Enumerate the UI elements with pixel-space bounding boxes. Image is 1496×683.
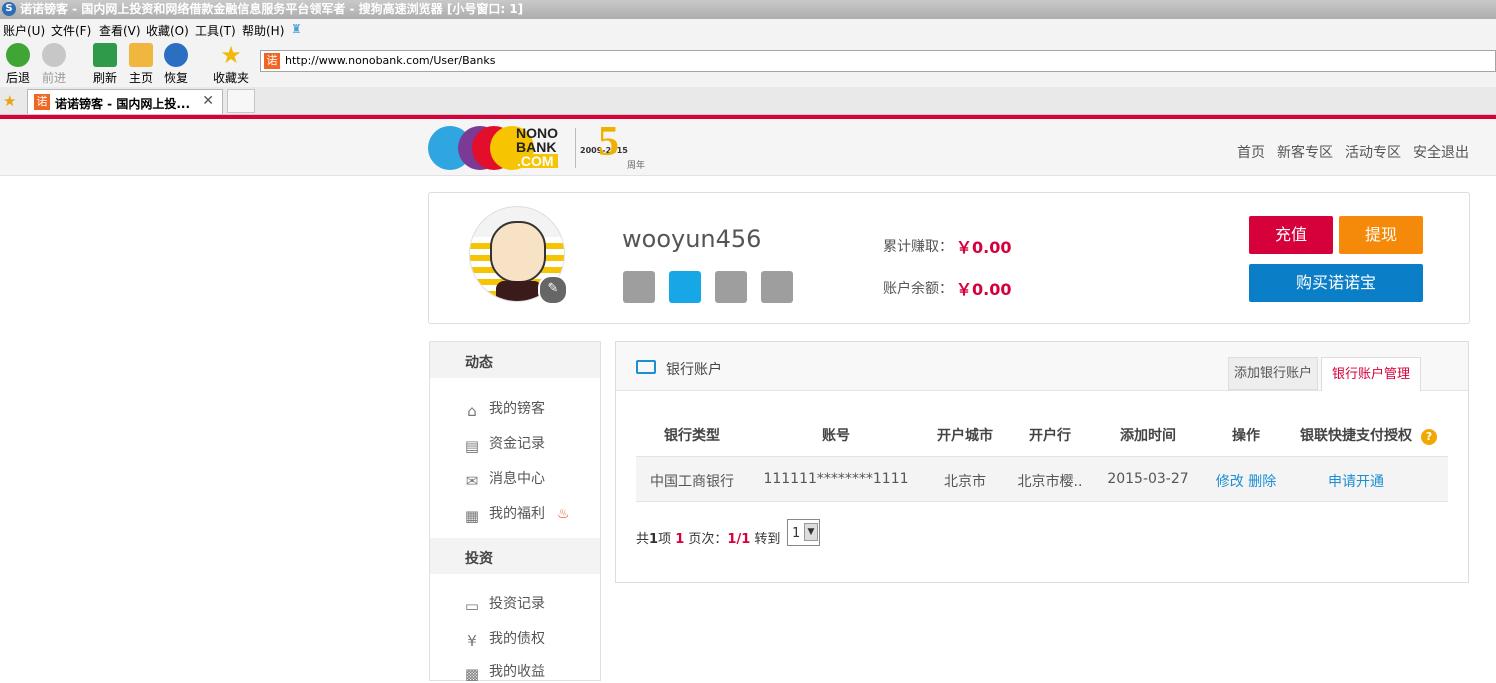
sidebar-item-my-claims[interactable]: ¥ 我的债权: [463, 628, 545, 650]
earned-value: ￥0.00: [956, 238, 1012, 257]
shirt-icon[interactable]: ♜: [291, 22, 302, 36]
hot-flame-icon: ♨: [557, 506, 570, 522]
profile-card: [428, 192, 1470, 324]
menu-bar: 账户(U) 文件(F) 查看(V) 收藏(O) 工具(T) 帮助(H) ♜: [0, 19, 1496, 39]
favorites-star-icon[interactable]: ★: [3, 92, 16, 110]
envelope-icon: ✉: [465, 472, 479, 490]
help-icon[interactable]: ?: [1421, 429, 1437, 445]
address-url[interactable]: http://www.nonobank.com/User/Banks: [285, 54, 495, 67]
document-icon: ▭: [464, 597, 480, 615]
col-account: 账号: [822, 428, 850, 444]
gift-icon: ▦: [464, 507, 480, 525]
sidebar-item-invest-records[interactable]: ▭ 投资记录: [463, 593, 545, 615]
col-branch: 开户行: [1029, 428, 1071, 444]
site-header: [0, 119, 1496, 176]
bank-card-icon: [636, 360, 656, 374]
col-unionpay-auth: 银联快捷支付授权: [1300, 428, 1412, 444]
refresh-icon: [93, 43, 117, 67]
anniversary-number: 5: [598, 119, 619, 165]
nav-logout[interactable]: 安全退出: [1413, 142, 1469, 162]
forward-arrow-icon: [42, 43, 66, 67]
menu-view[interactable]: 查看(V): [99, 22, 141, 39]
favorites-button[interactable]: ★ 收藏夹: [211, 43, 251, 86]
ledger-icon: ▤: [464, 437, 480, 455]
pagination: 共1项 1 页次：1/1 转到: [636, 532, 781, 547]
withdraw-button[interactable]: 提现: [1339, 216, 1423, 254]
edit-avatar-icon[interactable]: ✎: [538, 275, 568, 305]
menu-file[interactable]: 文件(F): [51, 22, 91, 39]
recharge-button[interactable]: 充值: [1249, 216, 1333, 254]
back-button[interactable]: 后退: [4, 43, 32, 86]
nav-home[interactable]: 首页: [1237, 142, 1265, 162]
apply-activation-link[interactable]: 申请开通: [1294, 471, 1418, 491]
buy-nonobao-button[interactable]: 购买诺诺宝: [1249, 264, 1423, 302]
col-city: 开户城市: [937, 428, 993, 444]
window-titlebar: S 诺诺镑客 - 国内网上投资和网络借款金融信息服务平台领军者 - 搜狗高速浏览…: [0, 0, 1496, 19]
sidebar-item-my-earnings[interactable]: ▩ 我的收益: [463, 661, 545, 683]
browser-tab[interactable]: 诺 诺诺镑客 - 国内网上投... ✕: [27, 89, 223, 114]
tab-bar: ★ 诺 诺诺镑客 - 国内网上投... ✕: [0, 87, 1496, 115]
cell-city: 北京市: [944, 474, 986, 490]
anniversary-suffix: 周年: [627, 161, 646, 171]
key-icon[interactable]: [761, 271, 793, 303]
home-icon: ⌂: [467, 402, 477, 420]
menu-favorites[interactable]: 收藏(O): [146, 22, 189, 39]
sidebar-item-welfare[interactable]: ▦ 我的福利 ♨: [463, 503, 570, 525]
site-logo[interactable]: NONO BANK .COM 2009-2015 5 周年: [428, 119, 648, 172]
money-bag-icon: ¥: [467, 632, 477, 650]
sidebar-item-my-bank[interactable]: ⌂ 我的镑客: [463, 398, 545, 420]
sidebar-section-invest: 投资: [430, 538, 600, 574]
username: wooyun456: [622, 225, 762, 253]
cell-branch: 北京市樱..: [1017, 474, 1083, 490]
close-icon[interactable]: ✕: [202, 93, 214, 109]
id-card-icon[interactable]: [623, 271, 655, 303]
balance-value: ￥0.00: [956, 280, 1012, 299]
new-tab-button[interactable]: [227, 89, 255, 113]
home-button[interactable]: 主页: [127, 43, 155, 86]
chart-icon: ▩: [464, 665, 480, 683]
col-date: 添加时间: [1120, 428, 1176, 444]
edit-link[interactable]: 修改: [1216, 474, 1244, 490]
forward-button[interactable]: 前进: [39, 43, 69, 86]
address-bar[interactable]: 诺 http://www.nonobank.com/User/Banks: [260, 50, 1496, 72]
nav-new-customer[interactable]: 新客专区: [1277, 142, 1333, 162]
nav-activities[interactable]: 活动专区: [1345, 142, 1401, 162]
logo-divider: [575, 128, 576, 168]
avatar-face: [490, 221, 546, 283]
earned-label: 累计赚取：: [883, 239, 953, 255]
panel-title: 银行账户: [666, 362, 722, 378]
phone-icon[interactable]: [669, 271, 701, 303]
site-favicon: 诺: [264, 53, 280, 69]
tab-title: 诺诺镑客 - 国内网上投...: [55, 97, 191, 111]
refresh-button[interactable]: 刷新: [91, 43, 119, 86]
balance-label: 账户余额：: [883, 281, 953, 297]
sidebar-section-activity: 动态: [430, 342, 600, 378]
cell-account: 111111********1111: [763, 471, 909, 487]
menu-help[interactable]: 帮助(H): [242, 22, 284, 39]
home-icon: [129, 43, 153, 67]
cell-ops: 修改 删除: [1208, 471, 1284, 491]
page-select[interactable]: 1 ▼: [787, 519, 820, 546]
col-bank-type: 银行类型: [664, 428, 720, 444]
menu-tools[interactable]: 工具(T): [195, 22, 236, 39]
sidebar-item-messages[interactable]: ✉ 消息中心: [463, 468, 545, 490]
back-arrow-icon: [6, 43, 30, 67]
dropdown-arrow-icon: ▼: [804, 523, 818, 541]
browser-logo-icon: S: [2, 2, 16, 16]
sidebar-item-fund-records[interactable]: ▤ 资金记录: [463, 433, 545, 455]
tab-manage-bank-accounts[interactable]: 银行账户管理: [1321, 357, 1421, 391]
restore-button[interactable]: 恢复: [162, 43, 190, 86]
menu-account[interactable]: 账户(U): [3, 22, 45, 39]
tab-add-bank-account[interactable]: 添加银行账户: [1228, 357, 1318, 390]
star-icon: ★: [220, 41, 242, 69]
tab-favicon: 诺: [34, 94, 50, 110]
undo-icon: [164, 43, 188, 67]
cell-date: 2015-03-27: [1107, 471, 1189, 487]
window-title: 诺诺镑客 - 国内网上投资和网络借款金融信息服务平台领军者 - 搜狗高速浏览器 …: [20, 2, 524, 16]
cell-bank: 中国工商银行: [650, 474, 734, 490]
delete-link[interactable]: 删除: [1248, 474, 1276, 490]
logo-text: NONO BANK .COM: [516, 125, 558, 169]
bank-card-icon[interactable]: [715, 271, 747, 303]
col-ops: 操作: [1232, 428, 1260, 444]
